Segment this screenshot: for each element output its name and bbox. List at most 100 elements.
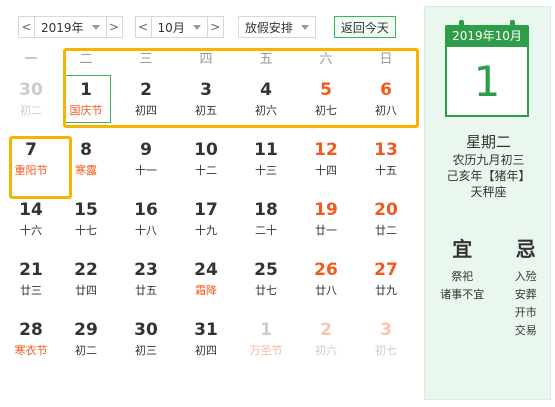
lunar-label: 十八 bbox=[135, 224, 157, 237]
lunar-label: 初七 bbox=[375, 344, 397, 357]
lunar-label: 廿五 bbox=[135, 284, 157, 297]
next-month-button[interactable]: > bbox=[207, 16, 224, 38]
lunar-label: 十三 bbox=[255, 164, 277, 177]
calendar-toolbar: < 2019年 > < 10月 > 放假安排 返回今天 bbox=[18, 14, 396, 40]
day-number: 18 bbox=[254, 200, 278, 220]
chevron-down-icon bbox=[192, 24, 201, 30]
panel-day-number: 1 bbox=[445, 47, 529, 117]
month-selector: < 10月 > bbox=[134, 16, 224, 38]
day-number: 17 bbox=[194, 200, 218, 220]
day-cell[interactable]: 19 廿一 bbox=[296, 194, 356, 254]
year-value: 2019年 bbox=[41, 20, 84, 35]
yi-title: 宜 bbox=[452, 237, 473, 261]
holiday-label: 放假安排 bbox=[244, 20, 293, 35]
panel-weekday: 星期二 bbox=[465, 133, 511, 151]
day-number: 11 bbox=[254, 140, 278, 160]
day-number: 23 bbox=[134, 260, 158, 280]
day-cell[interactable]: 11 十三 bbox=[236, 134, 296, 194]
panel-ganzhi-year: 己亥年【猪年】 bbox=[446, 169, 531, 183]
day-number: 30 bbox=[134, 320, 158, 340]
day-cell[interactable]: 24 霜降 bbox=[176, 254, 236, 314]
day-cell[interactable]: 10 十二 bbox=[176, 134, 236, 194]
day-number: 3 bbox=[380, 320, 392, 340]
day-number: 26 bbox=[314, 260, 338, 280]
day-detail-panel: 2019年10月 1 星期二 农历九月初三 己亥年【猪年】 天秤座 宜 祭祀 诸… bbox=[424, 6, 551, 400]
week-row: 28 寒衣节 29 初二 30 初三 31 初四 1 万圣节 2 初六 3 初七 bbox=[6, 314, 416, 374]
day-number: 21 bbox=[19, 260, 43, 280]
day-number: 1 bbox=[260, 320, 272, 340]
day-cell[interactable]: 1 万圣节 bbox=[236, 314, 296, 374]
ji-item: 交易 bbox=[514, 324, 537, 337]
day-number: 9 bbox=[140, 140, 152, 160]
day-cell[interactable]: 23 廿五 bbox=[116, 254, 176, 314]
lunar-label: 廿八 bbox=[315, 284, 337, 297]
day-cell[interactable]: 30 初二 bbox=[6, 74, 56, 134]
lunar-label: 廿四 bbox=[75, 284, 97, 297]
prev-month-button[interactable]: < bbox=[134, 16, 151, 38]
yi-item: 诸事不宜 bbox=[440, 288, 485, 301]
lunar-label: 初六 bbox=[315, 344, 337, 357]
lunar-label: 廿三 bbox=[20, 284, 42, 297]
day-cell[interactable]: 18 二十 bbox=[236, 194, 296, 254]
day-cell[interactable]: 29 初二 bbox=[56, 314, 116, 374]
day-cell[interactable]: 25 廿七 bbox=[236, 254, 296, 314]
day-cell[interactable]: 30 初三 bbox=[116, 314, 176, 374]
day-number: 25 bbox=[254, 260, 278, 280]
day-number: 29 bbox=[74, 320, 98, 340]
day-cell[interactable]: 17 十九 bbox=[176, 194, 236, 254]
highlight-frame-week-one bbox=[63, 48, 419, 128]
day-cell[interactable]: 13 十五 bbox=[356, 134, 416, 194]
day-cell[interactable]: 3 初七 bbox=[356, 314, 416, 374]
day-number: 16 bbox=[134, 200, 158, 220]
lunar-label: 十五 bbox=[375, 164, 397, 177]
panel-lunar-date: 农历九月初三 bbox=[452, 153, 525, 167]
day-cell[interactable]: 21 廿三 bbox=[6, 254, 56, 314]
holiday-select[interactable]: 放假安排 bbox=[237, 16, 316, 38]
lunar-label: 初二 bbox=[75, 344, 97, 357]
day-number: 20 bbox=[374, 200, 398, 220]
day-number: 14 bbox=[19, 200, 43, 220]
day-number: 28 bbox=[19, 320, 43, 340]
weekday-label: 一 bbox=[24, 52, 38, 67]
day-cell[interactable]: 26 廿八 bbox=[296, 254, 356, 314]
day-number: 12 bbox=[314, 140, 338, 160]
ji-item: 入殓 bbox=[514, 270, 537, 283]
day-cell[interactable]: 15 十七 bbox=[56, 194, 116, 254]
day-number: 10 bbox=[194, 140, 218, 160]
year-select[interactable]: 2019年 bbox=[34, 16, 107, 38]
back-to-today-button[interactable]: 返回今天 bbox=[333, 16, 396, 38]
day-number: 27 bbox=[374, 260, 398, 280]
day-cell[interactable]: 12 十四 bbox=[296, 134, 356, 194]
lunar-label: 万圣节 bbox=[249, 344, 283, 357]
highlight-frame-chongyang bbox=[9, 136, 72, 199]
lunar-label: 十六 bbox=[20, 224, 42, 237]
day-cell[interactable]: 9 十一 bbox=[116, 134, 176, 194]
lunar-label: 廿一 bbox=[315, 224, 337, 237]
month-select[interactable]: 10月 bbox=[150, 16, 208, 38]
lunar-label: 廿七 bbox=[255, 284, 277, 297]
day-cell[interactable]: 2 初六 bbox=[296, 314, 356, 374]
next-year-button[interactable]: > bbox=[106, 16, 123, 38]
day-number: 19 bbox=[314, 200, 338, 220]
week-row: 14 十六 15 十七 16 十八 17 十九 18 二十 19 廿一 20 廿二 bbox=[6, 194, 416, 254]
yi-item: 祭祀 bbox=[451, 270, 474, 283]
lunar-label: 廿九 bbox=[375, 284, 397, 297]
day-number: 31 bbox=[194, 320, 218, 340]
lunar-label: 廿二 bbox=[375, 224, 397, 237]
day-number: 13 bbox=[374, 140, 398, 160]
day-cell[interactable]: 28 寒衣节 bbox=[6, 314, 56, 374]
day-number: 30 bbox=[19, 80, 43, 100]
ji-column: 忌 入殓 安葬 开市 交易 bbox=[515, 233, 537, 340]
day-cell[interactable]: 22 廿四 bbox=[56, 254, 116, 314]
day-cell[interactable]: 20 廿二 bbox=[356, 194, 416, 254]
day-cell[interactable]: 16 十八 bbox=[116, 194, 176, 254]
day-cell[interactable]: 31 初四 bbox=[176, 314, 236, 374]
day-cell[interactable]: 14 十六 bbox=[6, 194, 56, 254]
day-cell[interactable]: 27 廿九 bbox=[356, 254, 416, 314]
lunar-label: 霜降 bbox=[195, 284, 217, 297]
yi-ji-section: 宜 祭祀 诸事不宜 忌 入殓 安葬 开市 交易 bbox=[425, 233, 552, 340]
lunar-label: 十一 bbox=[135, 164, 157, 177]
prev-year-button[interactable]: < bbox=[18, 16, 34, 38]
lunar-label: 初三 bbox=[135, 344, 157, 357]
year-selector: < 2019年 > bbox=[18, 16, 123, 38]
